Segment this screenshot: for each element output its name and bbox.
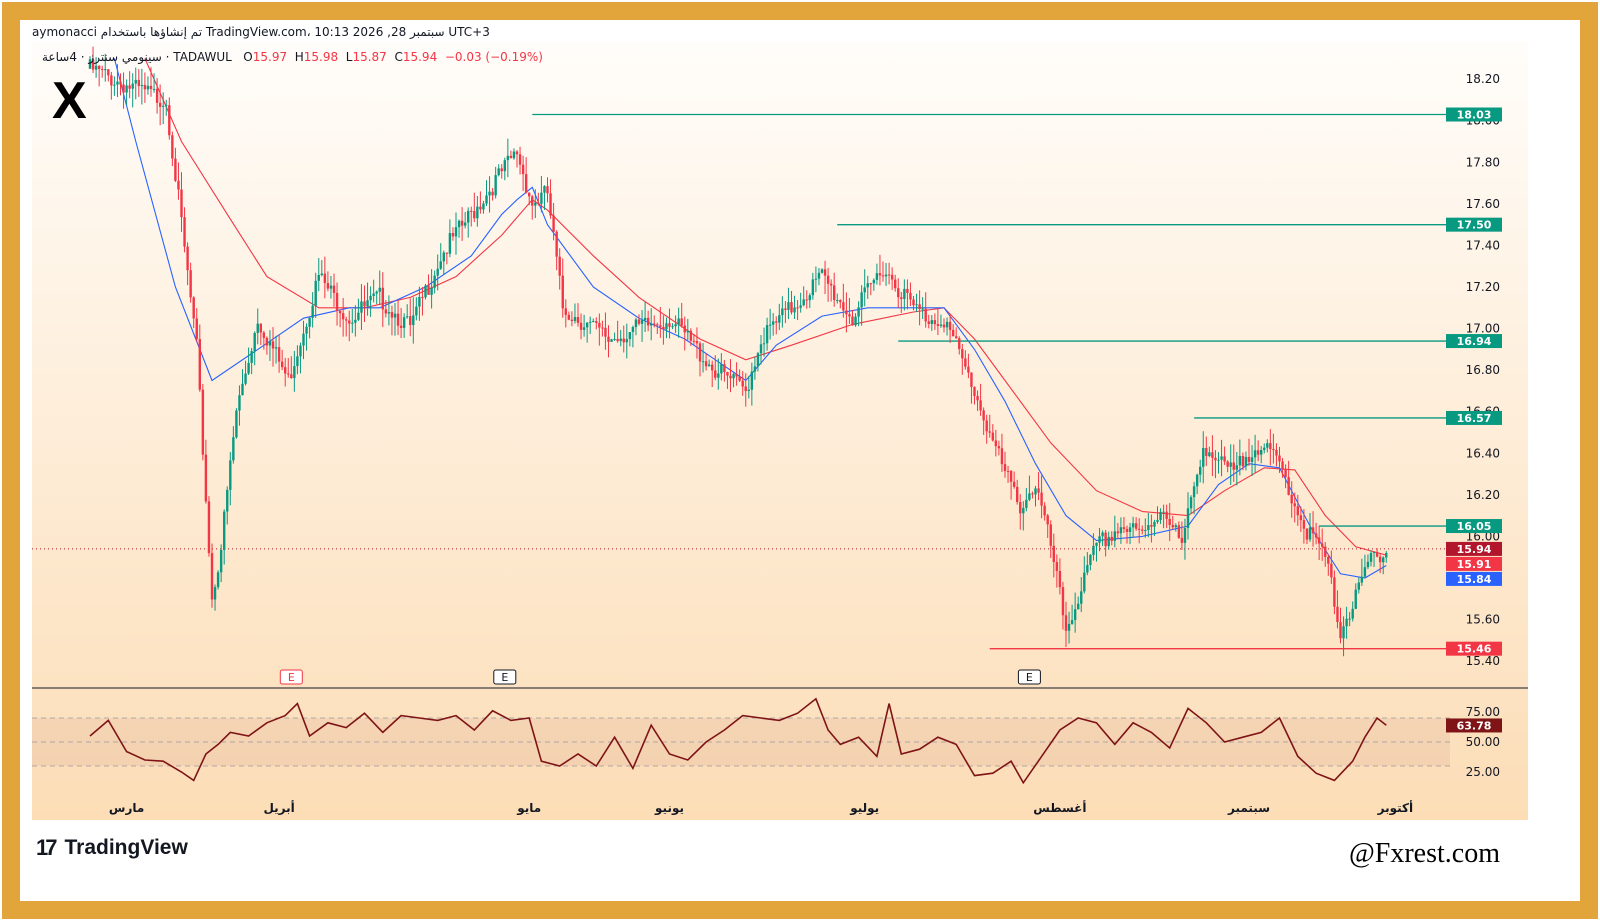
chart-window: EEE 18.2018.0017.8017.6017.4017.2017.001…: [2, 2, 1598, 919]
gold-frame-border: [2, 2, 1598, 919]
